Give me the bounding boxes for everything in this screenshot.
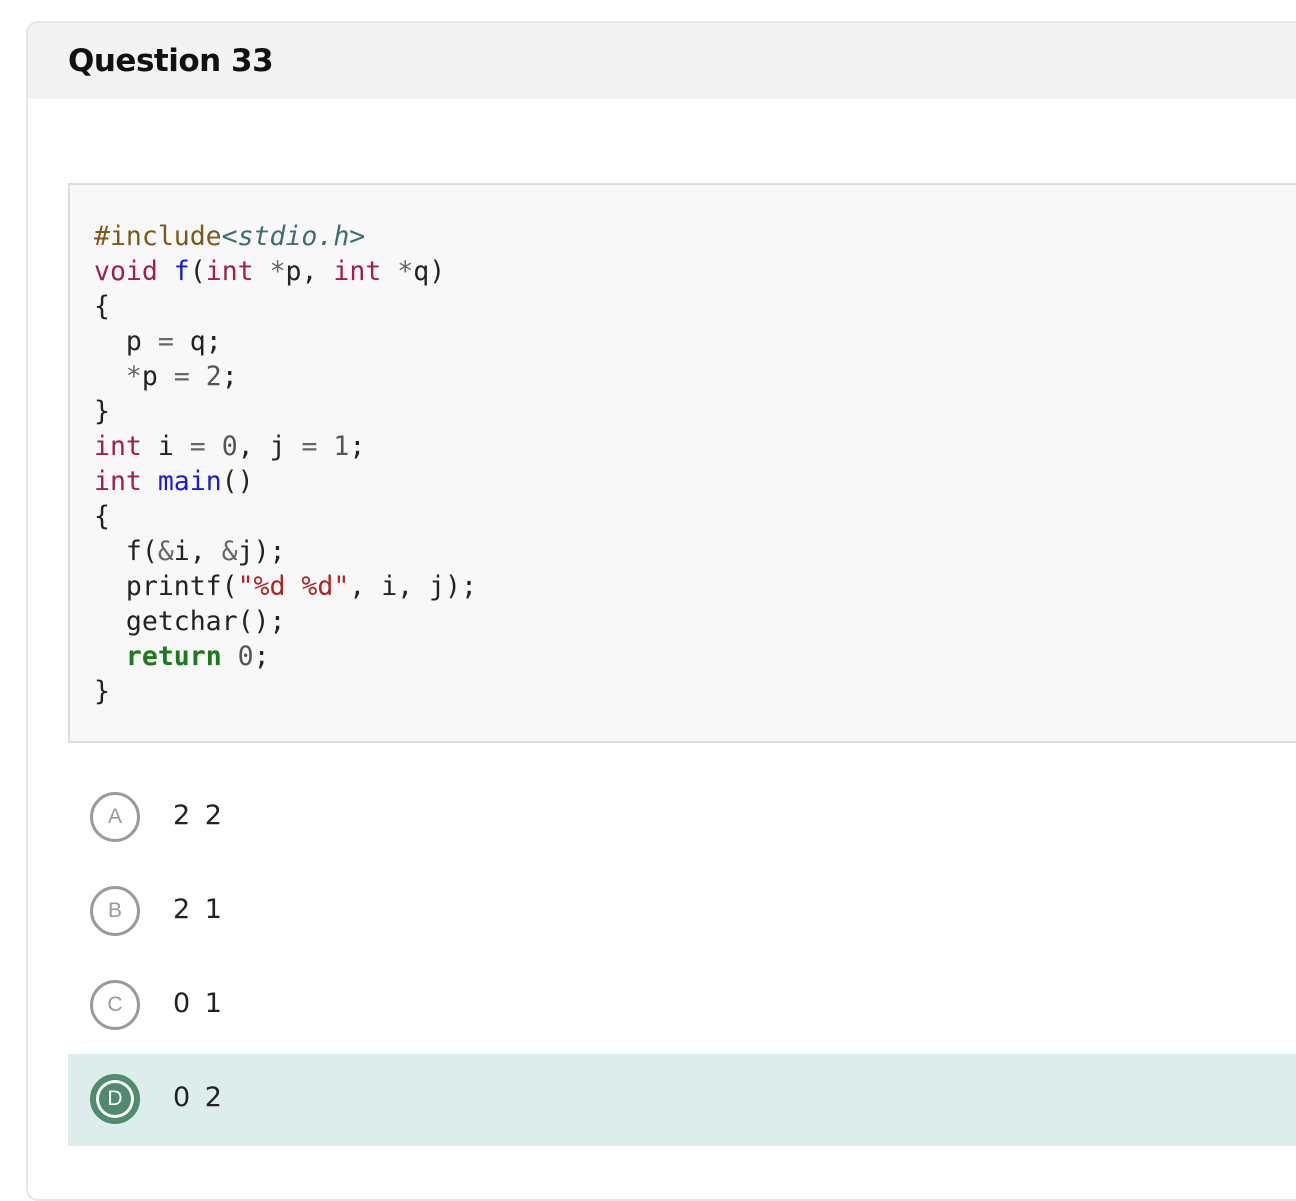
code-token: int	[205, 256, 254, 287]
option-text: 2 1	[173, 894, 225, 925]
code-token: return	[125, 641, 222, 672]
code-token: "%d %d"	[237, 571, 350, 602]
code-token: int	[333, 256, 382, 287]
question-header: Question 33	[28, 23, 1296, 99]
option-c[interactable]: C 0 1	[68, 960, 1296, 1052]
option-letter-circle[interactable]: A	[90, 792, 140, 842]
code-text: #include<stdio.h> void f(int *p, int *q)…	[94, 221, 477, 707]
code-token: <stdio.h>	[221, 221, 366, 252]
option-b[interactable]: B 2 1	[68, 866, 1296, 958]
option-text: 0 2	[173, 1082, 225, 1113]
code-token: main	[157, 466, 222, 497]
code-token: int	[94, 466, 142, 497]
code-token: f	[173, 256, 190, 287]
option-text: 0 1	[173, 988, 225, 1019]
option-d[interactable]: D 0 2	[68, 1054, 1296, 1146]
option-letter-circle-selected[interactable]: D	[90, 1074, 140, 1124]
code-block: #include<stdio.h> void f(int *p, int *q)…	[68, 183, 1296, 743]
option-letter-circle[interactable]: B	[90, 886, 140, 936]
option-letter-circle[interactable]: C	[90, 980, 140, 1030]
question-title: Question 33	[68, 43, 274, 79]
option-text: 2 2	[173, 800, 225, 831]
code-token: #include	[94, 221, 222, 252]
option-a[interactable]: A 2 2	[68, 772, 1296, 864]
code-token: void	[94, 256, 158, 287]
code-token: int	[94, 431, 142, 462]
